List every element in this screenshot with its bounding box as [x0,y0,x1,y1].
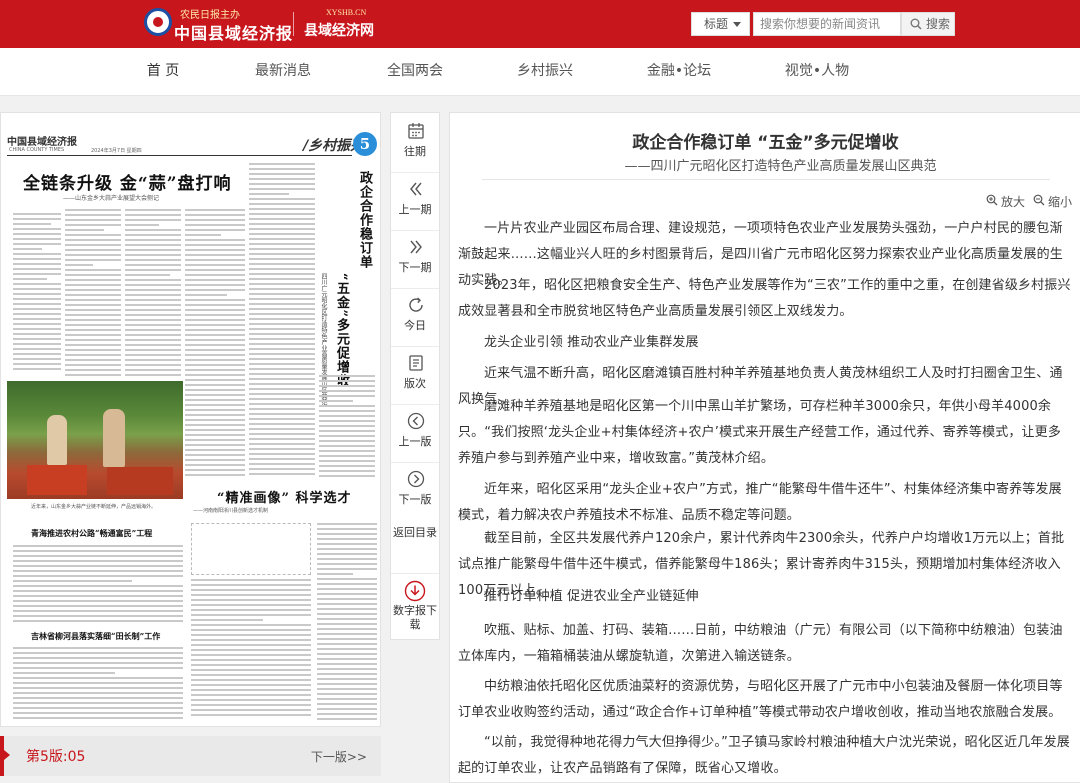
page-text-block [13,647,183,723]
page-headline-1-sub: ——山东金乡大蒜产业展望大会侧记 [63,195,160,202]
tool-label: 上一版 [398,435,432,448]
page-boxed-note [191,523,311,575]
download-circle-icon [404,580,426,602]
page-text-column [249,163,315,481]
article-title-divider [482,179,1050,180]
tool-label: 数字报下载 [393,604,437,631]
tool-download-epaper[interactable]: 数字报下载 [391,574,439,638]
tool-label: 下一版 [398,493,432,506]
search-input[interactable] [753,12,901,36]
page-headline-3[interactable]: 青海推进农村公路“畅通富民”工程 [31,528,152,539]
document-list-icon [409,355,423,371]
circle-chevron-up-icon [407,412,425,430]
page-text-block [317,523,377,723]
article-paragraph: 吹瓶、贴标、加盖、打码、装箱……日前，中纺粮油（广元）有限公司（以下简称中纺粮油… [458,623,1063,664]
tool-next-issue[interactable]: 下一期 [391,229,439,289]
article-paragraph: 中纺粮油依托昭化区优质油菜籽的资源优势，与昭化区开展了广元市中小包装油及餐厨一体… [458,679,1063,720]
page-vertical-title-2[interactable]: “五金”多元促增收 [332,273,351,388]
caret-down-icon [733,22,741,27]
page-text-column [185,209,245,481]
article-subheading: 龙头企业引领 推动农业产业集群发展 [484,335,699,350]
page-headline-2[interactable]: “精准画像” 科学选才 [217,487,351,506]
top-header: 农民日报主办 中国县域经济报 XYSHB.CN 县域经济网 标题 搜索 [0,0,1080,48]
nav-item-visual-people[interactable]: 视觉•人物 [778,48,856,96]
article-paragraph: 2023年，昭化区把粮食安全生产、特色产业发展等作为“三农”工作的重中之重，在创… [458,278,1071,319]
toolbar-download-section: 数字报下载 [390,574,440,640]
zoom-out-icon [1033,194,1045,206]
nav-item-latest[interactable]: 最新消息 [248,48,318,96]
refresh-icon [409,297,423,312]
page-pagination-bar: 第5版:05 下一版>> [0,736,381,776]
toolbar-toc-section: 返回目录 [390,516,440,576]
article-paragraph: 磨滩种羊养殖基地是昭化区第一个川中黑山羊扩繁场，可存栏种羊3000余只，年供小母… [458,399,1061,466]
search-button[interactable]: 搜索 [901,12,955,36]
circle-chevron-down-icon [407,470,425,488]
zoom-in-button[interactable]: 放大 [986,193,1025,210]
page-number-badge: 5 [353,132,377,156]
page-masthead: 中国县域经济报 [7,137,77,148]
zoom-in-icon [986,194,998,206]
nav-item-finance-forum[interactable]: 金融•论坛 [640,48,718,96]
tool-label: 版次 [404,377,426,390]
calendar-icon [408,123,424,139]
nav-item-rural-revitalization[interactable]: 乡村振兴 [510,48,580,96]
search-button-label: 搜索 [926,17,951,31]
page-headline-4[interactable]: 吉林省柳河县落实落细“田长制”工作 [31,631,160,642]
logo-subtitle: 农民日报主办 [180,10,240,21]
nav-item-two-sessions[interactable]: 全国两会 [380,48,450,96]
tool-next-page[interactable]: 下一版 [391,461,439,521]
page-text-column [125,209,181,379]
page-headline-1[interactable]: 全链条升级 金“蒜”盘打响 [23,169,231,194]
page-photo[interactable] [7,381,183,499]
page-date: 2024年3月7日 星期四 [91,148,142,154]
zoom-out-button[interactable]: 缩小 [1033,193,1072,210]
page-text-column [13,213,61,373]
page-masthead-en: CHINA COUNTY TIMES [9,147,65,153]
search-type-select[interactable]: 标题 [691,12,750,36]
page-headline-2-sub: ——河南南阳淅川县创新选才机制 [193,508,269,514]
logo-divider [293,12,294,36]
page-vertical-title-1[interactable]: 政企合作稳订单 [355,171,374,269]
tool-label: 返回目录 [393,526,437,539]
tool-label: 今日 [404,319,426,332]
article-subtitle: ——四川广元昭化区打造特色产业高质量发展山区典范 [624,159,937,174]
tool-previous-issue[interactable]: 上一期 [391,171,439,231]
masthead-rule [7,155,352,156]
page-text-column [319,375,375,481]
tool-page-list[interactable]: 版次 [391,345,439,405]
search-icon [910,18,922,30]
search-type-value: 标题 [704,17,729,31]
page-text-column [65,209,121,379]
article-subheading: 推行订单种植 促进农业全产业链延伸 [484,589,699,604]
page-photo-caption: 近年来，山东金乡大蒜产业链不断延伸，产品远销海外。 [31,504,157,510]
tool-label: 下一期 [398,261,432,274]
tool-today[interactable]: 今日 [391,287,439,347]
next-page-link[interactable]: 下一版>> [311,748,367,765]
article-panel: 政企合作稳订单 “五金”多元促增收 ——四川广元昭化区打造特色产业高质量发展山区… [449,112,1080,783]
secondary-logo-title[interactable]: 县域经济网 [304,20,374,40]
tool-back-to-toc[interactable]: 返回目录 [391,516,439,574]
newspaper-page-image[interactable]: 中国县域经济报 CHINA COUNTY TIMES 2024年3月7日 星期四… [0,112,381,727]
page-text-block [191,579,311,723]
double-chevron-up-icon [410,182,422,196]
page-text-block [13,545,183,625]
article-paragraph: “以前，我觉得种地花得力气大但挣得少。”卫子镇马家岭村粮油种植大户沈光荣说，昭化… [458,735,1070,776]
tool-label: 上一期 [398,203,432,216]
logo2-url: XYSHB.CN [326,8,367,17]
site-logo-emblem[interactable] [144,8,172,36]
tool-archive[interactable]: 往期 [391,113,439,173]
article-paragraph: 近年来，昭化区采用“龙头企业+农户”方式，推广“能繁母牛借牛还牛”、村集体经济集… [458,482,1062,523]
article-title: 政企合作稳订单 “五金”多元促增收 [632,133,899,153]
play-triangle-icon [4,750,10,760]
main-nav: 首 页 最新消息 全国两会 乡村振兴 金融•论坛 视觉•人物 [0,48,1080,96]
tool-previous-page[interactable]: 上一版 [391,403,439,463]
current-page-label[interactable]: 第5版:05 [26,746,85,766]
site-logo-title[interactable]: 中国县域经济报 [174,20,293,44]
nav-item-home[interactable]: 首 页 [132,48,194,96]
tool-label: 往期 [404,145,426,158]
double-chevron-down-icon [410,240,422,254]
